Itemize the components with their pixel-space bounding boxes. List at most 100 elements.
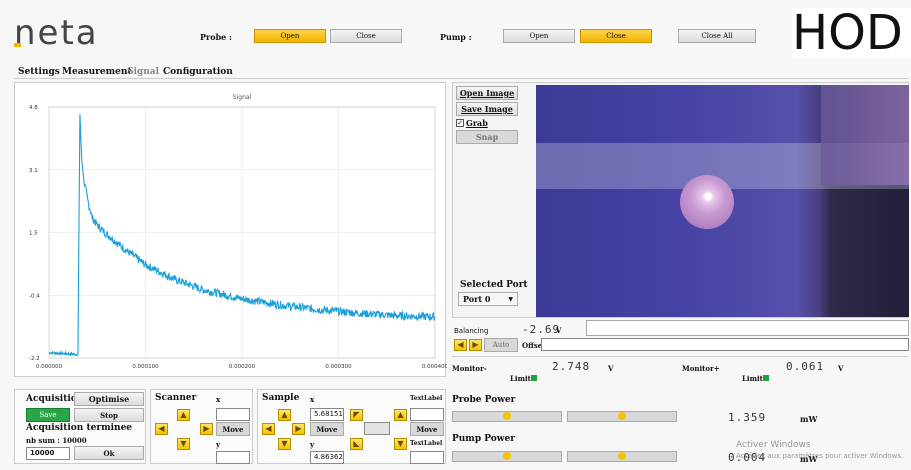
close-all-button[interactable]: Close All xyxy=(678,29,756,43)
windows-watermark-text: Accédez aux paramètres pour activer Wind… xyxy=(736,452,904,460)
open-image-button[interactable]: Open Image xyxy=(456,86,518,100)
minus-icon xyxy=(503,412,511,420)
sample-aux-down-arrow-icon[interactable]: ▼ xyxy=(394,438,407,450)
signal-chart: 0.000000 0.000100 0.000200 0.000300 0.000400… xyxy=(29,94,449,370)
camera-image xyxy=(536,85,909,317)
nb-sum-input[interactable]: 10000 xyxy=(26,447,70,460)
monitor-plus-label: Monitor+ xyxy=(682,364,720,373)
save-button[interactable]: Save xyxy=(26,408,70,422)
scanner-x-input[interactable] xyxy=(216,408,250,421)
sample-left-arrow-icon[interactable]: ◀ xyxy=(262,423,275,435)
sample-move-button[interactable]: Move xyxy=(310,422,344,436)
sample-y-label: y xyxy=(310,440,315,449)
scanner-title: Scanner xyxy=(155,393,197,403)
textlabel-1: TextLabel xyxy=(410,395,443,402)
tab-settings[interactable]: Settings xyxy=(18,67,60,77)
sample-up-arrow-icon[interactable]: ▲ xyxy=(278,409,291,421)
sample-aux-y-input[interactable] xyxy=(410,451,444,464)
port-dropdown[interactable]: Port 0 ▼ xyxy=(458,292,518,306)
pump-power-increase-button[interactable] xyxy=(567,451,677,462)
balancing-left-arrow-icon[interactable]: ◀ xyxy=(454,339,467,351)
sample-x-label: x xyxy=(310,395,315,404)
offset-input[interactable] xyxy=(541,338,909,351)
scanner-left-arrow-icon[interactable]: ◀ xyxy=(155,423,168,435)
sample-aux-up-arrow-icon[interactable]: ▲ xyxy=(394,409,407,421)
probe-open-button[interactable]: Open xyxy=(254,29,326,43)
monitor-plus-limit-label: Limit xyxy=(742,374,763,383)
tab-measurement[interactable]: Measurement xyxy=(62,67,132,77)
brand-logo: HOD xyxy=(792,8,911,58)
sample-aux-move-button[interactable]: Move xyxy=(410,422,444,436)
probe-label: Probe : xyxy=(200,32,232,42)
probe-power-value: 1.359 xyxy=(728,411,767,424)
scanner-move-button[interactable]: Move xyxy=(216,422,250,436)
scanner-down-arrow-icon[interactable]: ▼ xyxy=(177,438,190,450)
scanner-y-label: y xyxy=(216,440,221,449)
y-tick-label: 1.5 xyxy=(29,231,38,237)
selected-port-label: Selected Port xyxy=(460,280,528,290)
pump-power-title: Pump Power xyxy=(452,434,516,444)
laser-spot xyxy=(680,175,734,229)
signal-chart-panel: 0.000000 0.000100 0.000200 0.000300 0.000400… xyxy=(14,82,449,377)
probe-close-button[interactable]: Close xyxy=(330,29,402,43)
balancing-right-arrow-icon[interactable]: ▶ xyxy=(469,339,482,351)
grab-checkbox[interactable]: ✓ xyxy=(456,119,464,127)
x-tick-label: 0.000400 xyxy=(422,364,447,370)
y-tick-label: 3.1 xyxy=(29,168,38,174)
pump-open-button[interactable]: Open xyxy=(503,29,575,43)
logo: neta xyxy=(14,13,99,53)
sample-aux-input[interactable] xyxy=(410,408,444,421)
y-tick-label: -0.4 xyxy=(29,293,40,299)
port-dropdown-value: Port 0 xyxy=(463,294,491,304)
save-image-button[interactable]: Save Image xyxy=(456,102,518,116)
scanner-x-label: x xyxy=(216,395,221,404)
minus-icon xyxy=(503,452,511,460)
sample-right-arrow-icon[interactable]: ▶ xyxy=(292,423,305,435)
chart-title: Signal xyxy=(233,94,252,101)
scanner-right-arrow-icon[interactable]: ▶ xyxy=(200,423,213,435)
sample-x-input[interactable]: 5.68151 xyxy=(310,408,344,421)
snap-button[interactable]: Snap xyxy=(456,130,518,144)
probe-power-decrease-button[interactable] xyxy=(452,411,562,422)
sample-upleft-arrow-icon[interactable]: ◤ xyxy=(350,409,363,421)
x-tick-label: 0.000100 xyxy=(132,364,159,370)
sample-y-input[interactable]: 4.86362 xyxy=(310,451,344,464)
x-tick-label: 0.000300 xyxy=(325,364,352,370)
x-tick-label: 0.000000 xyxy=(36,364,63,370)
sample-down-arrow-icon[interactable]: ▼ xyxy=(278,438,291,450)
monitor-plus-unit: V xyxy=(838,364,844,373)
balancing-value: -2.69 xyxy=(522,323,561,336)
tab-signal[interactable]: Signal xyxy=(127,67,159,77)
scanner-up-arrow-icon[interactable]: ▲ xyxy=(177,409,190,421)
grab-label: Grab xyxy=(466,118,488,128)
y-tick-label: 4.8 xyxy=(29,105,38,111)
pump-close-button[interactable]: Close xyxy=(580,29,652,43)
pump-label: Pump : xyxy=(440,32,472,42)
sample-mid-input[interactable] xyxy=(364,422,390,435)
auto-button[interactable]: Auto xyxy=(484,338,518,352)
monitor-plus-limit-led xyxy=(763,375,769,381)
camera-top-band xyxy=(821,85,909,185)
plus-icon xyxy=(618,412,626,420)
acquisition-status: Acquisition terminee xyxy=(26,423,133,433)
stop-button[interactable]: Stop xyxy=(74,408,144,422)
pump-power-decrease-button[interactable] xyxy=(452,451,562,462)
optimise-signal-button[interactable]: Optimise Signal xyxy=(74,392,144,417)
monitor-plus-value: 0.061 xyxy=(786,360,825,373)
ok-button[interactable]: Ok xyxy=(74,446,144,460)
sample-title: Sample xyxy=(262,393,300,403)
balancing-label: Balancing xyxy=(454,327,489,335)
balancing-unit: V xyxy=(556,326,562,335)
probe-power-title: Probe Power xyxy=(452,395,516,405)
probe-power-increase-button[interactable] xyxy=(567,411,677,422)
logo-accent xyxy=(14,43,21,47)
x-tick-label: 0.000200 xyxy=(229,364,256,370)
textlabel-2: TextLabel xyxy=(410,440,443,447)
probe-power-unit: mW xyxy=(800,414,818,424)
nb-sum-label: nb sum : 10000 xyxy=(26,436,87,445)
tab-configuration[interactable]: Configuration xyxy=(163,67,233,77)
balancing-bar xyxy=(586,320,909,336)
monitor-minus-label: Monitor- xyxy=(452,364,487,373)
scanner-y-input[interactable] xyxy=(216,451,250,464)
sample-downleft-arrow-icon[interactable]: ◣ xyxy=(350,438,363,450)
